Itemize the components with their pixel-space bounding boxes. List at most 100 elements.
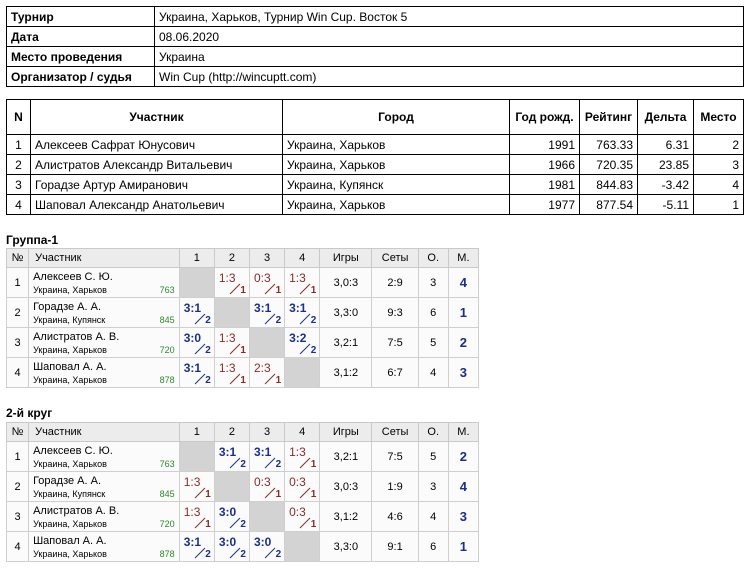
player-city: Украина, Купянск — [33, 315, 106, 325]
match-result-cell: 0:3 1 — [284, 471, 321, 502]
match-result-cell: 3:0 2 — [178, 327, 215, 358]
slash-icon — [264, 487, 276, 499]
place-value: 1 — [447, 297, 480, 328]
player-cell: Алистратов А. В. Украина, Харьков 720 — [28, 501, 180, 532]
slash-icon — [229, 457, 241, 469]
player-city: Украина, Харьков — [33, 459, 107, 469]
place-value: 2 — [447, 327, 480, 358]
player-rating: 845 — [159, 315, 175, 325]
slash-icon — [264, 373, 276, 385]
participant-name: Шаповал Александр Анатольевич — [30, 194, 283, 215]
match-points: 1 — [310, 519, 317, 530]
player-rating: 720 — [159, 345, 175, 355]
sets-value: 1:9 — [371, 471, 419, 502]
table-row: 3 Алистратов А. В. Украина, Харьков 720 3:0 2… — [5, 327, 480, 358]
games-value: 3,2:1 — [319, 327, 373, 358]
slash-icon — [264, 313, 276, 325]
place-number: 1 — [459, 539, 468, 554]
participant-birth-year: 1977 — [509, 194, 580, 215]
info-value: Украина, Харьков, Турнир Win Cup. Восток… — [154, 6, 744, 27]
match-result-cell: 3:1 2 — [213, 441, 250, 472]
player-cell: Шаповал А. А. Украина, Харьков 878 — [28, 531, 180, 562]
match-points: 1 — [310, 459, 317, 470]
place-value: 4 — [447, 471, 480, 502]
participant-number: 2 — [6, 154, 31, 175]
col-points-header: О. — [417, 248, 449, 268]
table-row: 4 Шаповал А. А. Украина, Харьков 878 3:1 2 1:3… — [5, 357, 480, 388]
row-number: 2 — [5, 471, 30, 502]
sets-value: 7:5 — [371, 441, 419, 472]
table-row: 2 Горадзе А. А. Украина, Купянск 845 1:3 1 0:3… — [5, 471, 480, 502]
col-rating-header: Рейтинг — [579, 99, 638, 135]
col-sets-header: Сеты — [371, 422, 419, 442]
match-points: 2 — [275, 315, 282, 326]
place-value: 3 — [447, 501, 480, 532]
match-points: 2 — [275, 459, 282, 470]
player-rating: 763 — [159, 285, 175, 295]
match-result-cell: 3:1 2 — [248, 441, 286, 472]
row-number: 1 — [5, 267, 30, 298]
player-name: Алистратов А. В. — [33, 331, 120, 343]
col-birth-year-header: Год рожд. — [509, 99, 580, 135]
table-row: 4 Шаповал Александр Анатольевич Украина, Х… — [6, 194, 744, 215]
player-name: Алексеев С. Ю. — [33, 271, 113, 283]
match-result-cell: 3:0 2 — [213, 501, 250, 532]
player-city: Украина, Харьков — [33, 285, 107, 295]
player-rating: 878 — [159, 549, 175, 559]
info-value: 08.06.2020 — [154, 26, 744, 47]
col-points-header: О. — [417, 422, 449, 442]
player-rating: 878 — [159, 375, 175, 385]
sets-value: 9:1 — [371, 531, 419, 562]
slash-icon — [194, 373, 206, 385]
player-name: Шаповал А. А. — [33, 361, 107, 373]
table-row: 1 Алексеев С. Ю. Украина, Харьков 763 3:1 2 3:… — [5, 441, 480, 472]
place-number: 3 — [459, 365, 468, 380]
col-n-header: N — [6, 99, 31, 135]
match-result-cell: 1:3 1 — [178, 501, 215, 532]
diagonal-cell — [178, 267, 215, 298]
col-place-header: М. — [447, 248, 480, 268]
col-opponent-4-header: 4 — [284, 422, 321, 442]
match-result-cell: 3:1 2 — [178, 531, 215, 562]
player-city: Украина, Харьков — [33, 549, 107, 559]
place-number: 3 — [459, 509, 468, 524]
points-value: 5 — [417, 441, 449, 472]
player-cell: Алистратов А. В. Украина, Харьков 720 — [28, 327, 180, 358]
match-points: 1 — [240, 345, 246, 356]
diagonal-cell — [213, 471, 250, 502]
player-cell: Алексеев С. Ю. Украина, Харьков 763 — [28, 441, 180, 472]
match-result-cell: 0:3 1 — [284, 501, 321, 532]
match-points: 1 — [205, 519, 211, 530]
info-label: Место проведения — [6, 46, 155, 67]
player-cell: Горадзе А. А. Украина, Купянск 845 — [28, 297, 180, 328]
games-value: 3,1:2 — [319, 501, 373, 532]
match-result-cell: 2:3 1 — [248, 357, 286, 388]
diagonal-cell — [248, 501, 286, 532]
diagonal-cell — [213, 297, 250, 328]
col-opponent-3-header: 3 — [248, 248, 286, 268]
info-row: Дата 08.06.2020 — [6, 26, 744, 47]
row-number: 3 — [5, 327, 30, 358]
diagonal-cell — [284, 531, 321, 562]
match-result-cell: 1:3 1 — [213, 267, 250, 298]
match-points: 2 — [240, 549, 246, 560]
participant-rating: 877.54 — [579, 194, 638, 215]
row-number: 2 — [5, 297, 30, 328]
slash-icon — [194, 487, 206, 499]
slash-icon — [299, 457, 311, 469]
sets-value: 9:3 — [371, 297, 419, 328]
match-points: 2 — [240, 519, 246, 530]
match-points: 2 — [275, 549, 282, 560]
place-number: 2 — [459, 449, 468, 464]
points-value: 5 — [417, 327, 449, 358]
round-2-title: 2-й круг — [6, 406, 53, 420]
place-value: 3 — [447, 357, 480, 388]
player-name: Горадзе А. А. — [33, 475, 102, 487]
info-row: Турнир Украина, Харьков, Турнир Win Cup. … — [6, 6, 744, 27]
slash-icon — [299, 517, 311, 529]
match-points: 1 — [310, 285, 317, 296]
player-city: Украина, Харьков — [33, 519, 107, 529]
place-value: 1 — [447, 531, 480, 562]
games-value: 3,1:2 — [319, 357, 373, 388]
row-number: 4 — [5, 531, 30, 562]
